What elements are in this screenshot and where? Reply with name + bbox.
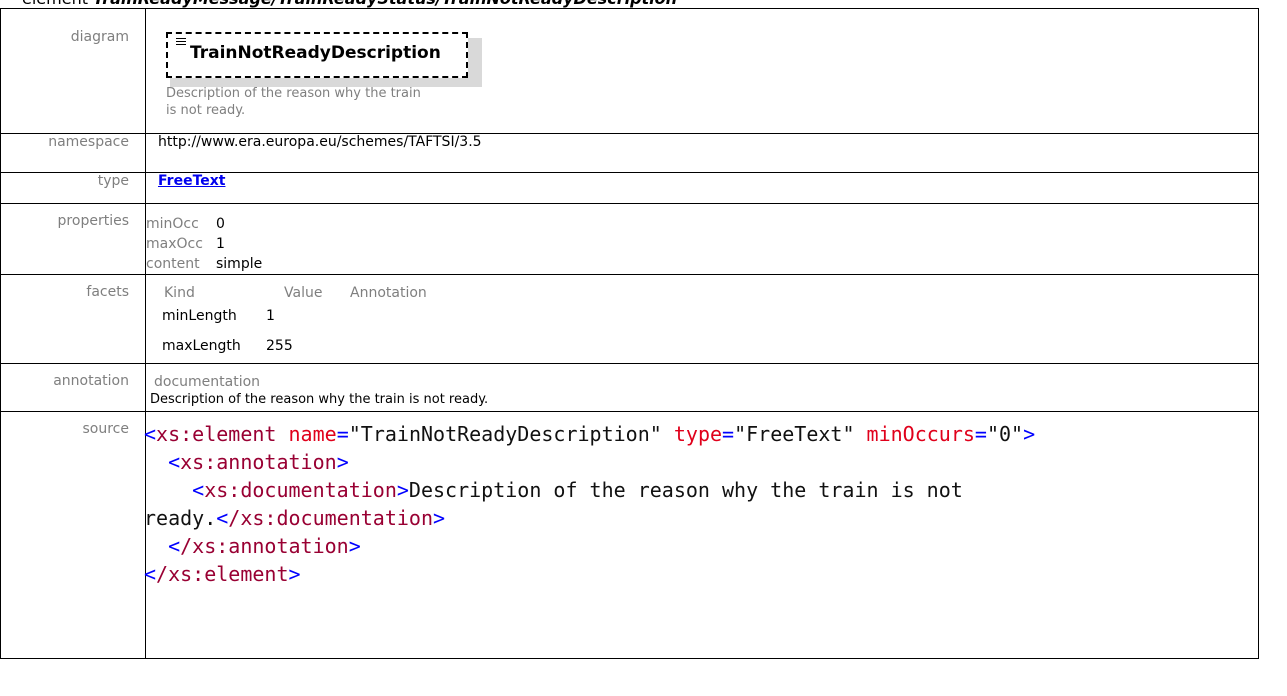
property-key-minocc: minOcc — [146, 216, 199, 232]
facets-row: facets Kind Value Annotation minLength 1… — [0, 274, 1259, 364]
src-name-attr: name — [288, 422, 337, 446]
source-code: <xs:element name="TrainNotReadyDescripti… — [144, 422, 1036, 586]
property-key-maxocc: maxOcc — [146, 236, 203, 252]
property-value-content: simple — [216, 256, 263, 272]
type-label: type — [0, 172, 146, 204]
facets-cell: Kind Value Annotation minLength 1 maxLen… — [145, 274, 1259, 364]
annotation-key: documentation — [154, 374, 261, 390]
src-minocc-attr: minOccurs — [866, 422, 975, 446]
annotation-text: Description of the reason why the train … — [150, 392, 489, 407]
facets-header-annotation: Annotation — [350, 285, 427, 301]
annotation-cell: documentation Description of the reason … — [145, 363, 1259, 412]
annotation-label: annotation — [0, 363, 146, 412]
element-diagram: TrainNotReadyDescription Description of … — [146, 9, 1258, 133]
properties-grid: minOcc 0 maxOcc 1 content simple — [146, 204, 1258, 274]
src-doc-text-2: ready. — [144, 506, 217, 530]
documentation-lines-icon — [176, 38, 186, 48]
facet-row: maxLength 255 — [158, 336, 1258, 356]
annotation-row: annotation documentation Description of … — [0, 363, 1259, 412]
diagram-cell: TrainNotReadyDescription Description of … — [145, 8, 1259, 134]
src-type-attr: type — [673, 422, 723, 446]
src-documentation-tag: xs:documentation — [204, 478, 397, 502]
namespace-row: namespace http://www.era.europa.eu/schem… — [0, 133, 1259, 173]
src-close-annotation: /xs:annotation — [180, 534, 349, 558]
properties-label: properties — [0, 203, 146, 275]
src-annotation-tag: xs:annotation — [180, 450, 337, 474]
facet-kind: maxLength — [162, 338, 241, 354]
facet-value: 1 — [266, 308, 275, 324]
facet-value: 255 — [266, 338, 293, 354]
source-label: source — [0, 411, 146, 659]
type-cell: FreeText — [145, 172, 1259, 204]
property-value-minocc: 0 — [216, 216, 225, 232]
facet-row: minLength 1 — [158, 306, 1258, 326]
src-close-documentation: /xs:documentation — [228, 506, 433, 530]
diagram-row: diagram TrainNotReadyDescription Descrip… — [0, 8, 1259, 134]
property-key-content: content — [146, 256, 200, 272]
element-description: Description of the reason why the train … — [166, 86, 421, 118]
diagram-label: diagram — [0, 8, 146, 134]
src-type-value: "FreeText" — [734, 422, 855, 446]
properties-row: properties minOcc 0 maxOcc 1 content sim… — [0, 203, 1259, 275]
element-box-name: TrainNotReadyDescription — [190, 43, 441, 63]
element-box[interactable]: TrainNotReadyDescription — [166, 32, 468, 78]
namespace-value: http://www.era.europa.eu/schemes/TAFTSI/… — [145, 133, 1259, 173]
facets-header-value: Value — [284, 285, 323, 301]
namespace-label: namespace — [0, 133, 146, 173]
src-element-tag: xs:element — [156, 422, 277, 446]
page-title-path: TrainReadyMessage/TrainReadyStatus/Train… — [93, 0, 677, 8]
src-close-element: /xs:element — [156, 562, 289, 586]
facet-kind: minLength — [162, 308, 237, 324]
properties-cell: minOcc 0 maxOcc 1 content simple — [145, 203, 1259, 275]
source-row: source <xs:element name="TrainNotReadyDe… — [0, 411, 1259, 659]
src-name-value: "TrainNotReadyDescription" — [348, 422, 662, 446]
schema-doc-table: diagram TrainNotReadyDescription Descrip… — [0, 8, 1259, 659]
src-doc-text-1: Description of the reason why the train … — [408, 478, 963, 502]
facets-label: facets — [0, 274, 146, 364]
type-row: type FreeText — [0, 172, 1259, 204]
facets-header: Kind Value Annotation — [158, 275, 1258, 302]
facets-header-kind: Kind — [164, 285, 195, 301]
property-value-maxocc: 1 — [216, 236, 225, 252]
src-minocc-value: "0" — [986, 422, 1024, 446]
page-title-prefix: element — [22, 0, 93, 8]
type-link[interactable]: FreeText — [158, 173, 225, 189]
source-cell: <xs:element name="TrainNotReadyDescripti… — [144, 411, 1259, 659]
